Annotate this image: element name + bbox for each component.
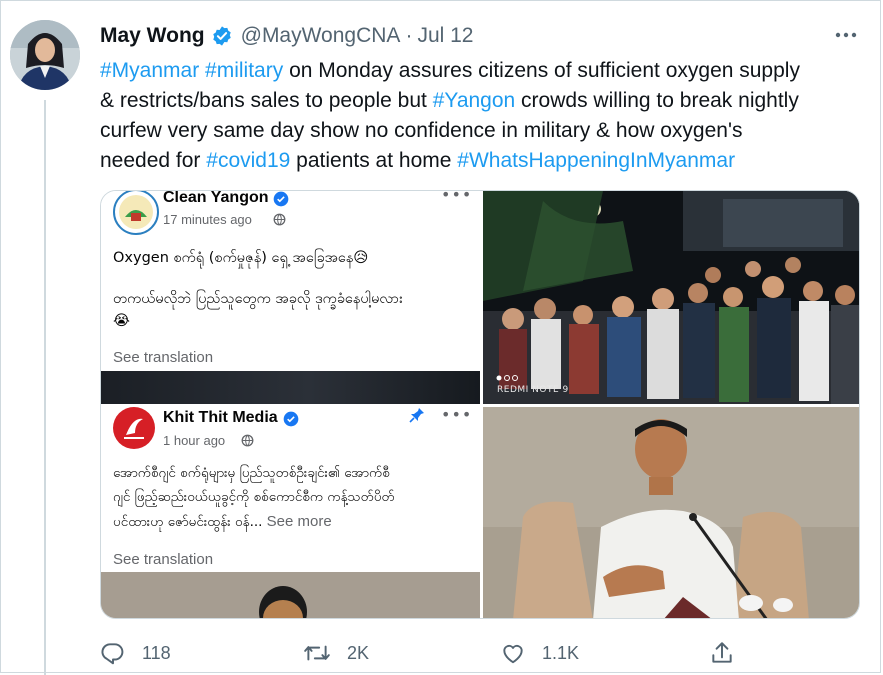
hashtag-link[interactable]: #military (205, 59, 283, 82)
post-time: 17 minutes ago (163, 212, 252, 227)
globe-icon (273, 213, 286, 226)
verified-badge-icon (211, 25, 233, 47)
reply-count: 118 (142, 642, 171, 663)
page-logo-icon (113, 407, 155, 449)
tweet-text-segment: needed for (100, 149, 207, 172)
media-fb-post-khit-thit[interactable]: Khit Thit Media 1 hour ago ••• အောက်စီဂျ… (101, 407, 480, 618)
post-time: 1 hour ago (163, 433, 226, 448)
tweet-date[interactable]: Jul 12 (417, 24, 473, 48)
hashtag-link[interactable]: #WhatsHappeningInMyanmar (457, 149, 735, 172)
crowd-photo (483, 191, 859, 404)
see-translation-link[interactable]: See translation (113, 349, 213, 366)
like-count: 1.1K (542, 642, 580, 663)
author-name[interactable]: May Wong (100, 24, 205, 48)
post-more-icon[interactable]: ••• (441, 191, 472, 204)
media-fb-post-clean-yangon[interactable]: Clean Yangon 17 minutes ago ••• Oxygen စ… (101, 191, 480, 404)
reply-icon (101, 643, 124, 665)
retweet-count: 2K (347, 642, 370, 663)
page-logo-icon (113, 191, 159, 235)
tweet-header: May Wong @MayWongCNA · Jul 12 (100, 22, 473, 50)
thread-line (44, 100, 46, 675)
more-options-icon[interactable] (830, 24, 862, 46)
tweet-text-segment: & restricts/bans sales to people but (100, 89, 433, 112)
verified-icon (273, 191, 289, 207)
post-body-line2: ဂျင် ဖြည့်ဆည်းဝယ်ယူခွင့်ကို စစ်ကောင်စီက … (113, 489, 395, 505)
post-image-strip (101, 371, 480, 404)
pin-icon (409, 408, 424, 423)
post-body-line3: ပင်ထားဟု ဇော်မင်းထွန်း ဝန်... (113, 514, 263, 530)
page-name[interactable]: Clean Yangon (163, 191, 269, 207)
tweet-text-line: needed for #covid19 patients at home #Wh… (100, 146, 870, 176)
post-body-emoji: 😭 (113, 313, 130, 329)
share-icon (712, 642, 732, 663)
tweet-text-segment: patients at home (290, 149, 458, 172)
tweet-text-segment: crowds willing to break nightly (515, 89, 799, 112)
post-body-line2: တကယ်မလိုဘဲ ပြည်သူတွေက အခုလို ဒုက္ခခံနေပါ… (113, 291, 403, 307)
tweet-text-segment: curfew very same day show no confidence … (100, 119, 743, 142)
tweet-text-line: curfew very same day show no confidence … (100, 116, 870, 146)
share-button[interactable] (709, 636, 735, 670)
avatar[interactable] (10, 20, 80, 90)
reply-button[interactable]: 118 (100, 636, 171, 670)
see-translation-link[interactable]: See translation (113, 551, 213, 568)
post-body-line3-wrap: ပင်ထားဟု ဇော်မင်းထွန်း ဝန်... See more (113, 511, 332, 533)
avatar-photo (10, 20, 80, 90)
retweet-icon (304, 645, 330, 661)
photo-watermark: REDMI NOTE 9 (497, 385, 569, 395)
tweet-text-line: #Myanmar #military on Monday assures cit… (100, 56, 870, 86)
verified-icon (283, 411, 299, 427)
tweet-text-segment: on Monday assures citizens of sufficient… (283, 59, 800, 82)
media-photo-night-crowd[interactable]: REDMI NOTE 9 (483, 191, 859, 404)
tweet-text-line: & restricts/bans sales to people but #Ya… (100, 86, 870, 116)
separator: · (405, 24, 413, 47)
tweet-text: #Myanmar #military on Monday assures cit… (100, 56, 870, 176)
see-more-link[interactable]: See more (262, 513, 332, 530)
heart-icon (503, 644, 523, 664)
post-body-line1: Oxygen စက်ရုံ (စက်မှုဇုန်) ရှေ့ အခြေအနေ😥 (113, 250, 369, 266)
globe-icon (241, 434, 254, 447)
like-button[interactable]: 1.1K (500, 636, 579, 670)
hashtag-link[interactable]: #Myanmar (100, 59, 199, 82)
retweet-button[interactable]: 2K (303, 636, 369, 670)
hashtag-link[interactable]: #Yangon (433, 89, 516, 112)
page-name[interactable]: Khit Thit Media (163, 409, 278, 427)
tweet-actions: 118 2K 1.1K (100, 636, 860, 670)
media-photo-official[interactable] (483, 407, 859, 618)
post-body-line1: အောက်စီဂျင် စက်ရုံများမှ ပြည်သူတစ်ဦးချင်… (113, 465, 390, 481)
author-handle[interactable]: @MayWongCNA (241, 24, 401, 48)
post-image-strip (101, 572, 480, 618)
media-grid[interactable]: Clean Yangon 17 minutes ago ••• Oxygen စ… (100, 190, 860, 619)
post-more-icon[interactable]: ••• (441, 407, 472, 424)
hashtag-link[interactable]: #covid19 (206, 149, 290, 172)
official-photo (483, 407, 859, 618)
